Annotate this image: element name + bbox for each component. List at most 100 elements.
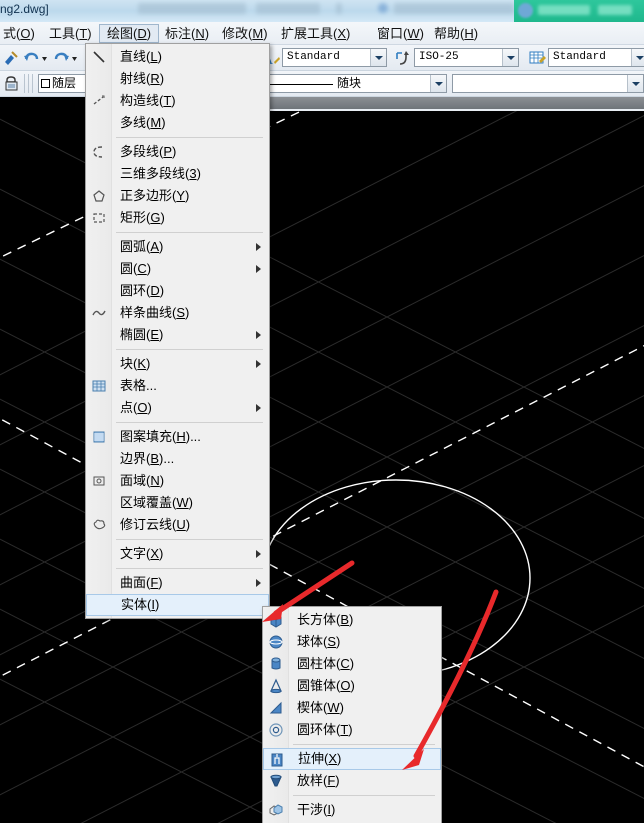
menubar-item-draw[interactable]: 绘图(D) [99, 24, 160, 43]
table-style-icon[interactable] [528, 49, 547, 68]
menu-item-donut[interactable]: 圆环(D) [86, 280, 269, 302]
redo-dropdown-icon[interactable] [70, 49, 79, 68]
menubar-item-help[interactable]: 帮助(H) [427, 24, 485, 43]
menu-item-ellipse-submenu-arrow-icon [256, 331, 261, 339]
menu-item-ellipse[interactable]: 椭圆(E) [86, 324, 269, 346]
dim-style-combo[interactable]: ISO-25 [414, 48, 519, 67]
menubar-item-modify[interactable]: 修改(M) [215, 24, 275, 43]
table-style-value: Standard [553, 51, 606, 63]
menu-item-hatch-label: 图案填充(H)... [120, 429, 201, 444]
menu-item-box[interactable]: 长方体(B) [263, 609, 441, 631]
menu-separator-5 [116, 539, 263, 540]
menu-item-extrude[interactable]: 拉伸(X) [263, 748, 441, 770]
menu-item-cone[interactable]: 圆锥体(O) [263, 675, 441, 697]
menu-item-loft[interactable]: 放样(F) [263, 770, 441, 792]
menu-item-polygon[interactable]: 正多边形(Y) [86, 185, 269, 207]
menu-item-line-label: 直线(L) [120, 49, 162, 64]
menubar-item-format[interactable]: 式(O) [0, 24, 42, 43]
menu-item-torus[interactable]: 圆环体(T) [263, 719, 441, 741]
text-style-chevron-down-icon[interactable] [370, 49, 386, 66]
rectangle-icon [93, 213, 105, 223]
menu-item-point-submenu-arrow-icon [256, 404, 261, 412]
xline-icon [93, 95, 105, 105]
menu-item-text-label: 文字(X) [120, 546, 164, 561]
menu-item-xline-label: 构造线(T) [120, 93, 176, 108]
menu-item-spline[interactable]: 样条曲线(S) [86, 302, 269, 324]
menu-item-table[interactable]: 表格... [86, 375, 269, 397]
draw-menu[interactable]: 直线(L) 射线(R) 构造线(T) 多线(M) 多段线(P) 三维多段线(3)… [85, 43, 270, 619]
menu-bar: 式(O) 工具(T) 绘图(D) 标注(N) 修改(M) 扩展工具(X) 窗口(… [0, 22, 644, 45]
menu-item-boundary[interactable]: 边界(B)... [86, 448, 269, 470]
polyline-icon [93, 146, 103, 158]
undo-dropdown-icon[interactable] [40, 49, 49, 68]
table-icon [92, 380, 106, 392]
menubar-item-dimension[interactable]: 标注(N) [158, 24, 216, 43]
menu-item-surface[interactable]: 曲面(F) [86, 572, 269, 594]
menu-item-polyline[interactable]: 多段线(P) [86, 141, 269, 163]
table-style-chevron-down-icon[interactable] [631, 49, 644, 66]
menu-item-wedge-label: 楔体(W) [297, 700, 344, 715]
menu-item-cylinder[interactable]: 圆柱体(C) [263, 653, 441, 675]
canvas-titlebar-strip [262, 97, 644, 111]
green-tab-icon [518, 3, 533, 18]
menu-item-block-label: 块(K) [120, 356, 151, 371]
menu-item-xline[interactable]: 构造线(T) [86, 90, 269, 112]
menu-item-line[interactable]: 直线(L) [86, 46, 269, 68]
plotstyle-chevron-down-icon[interactable] [627, 75, 643, 92]
menu-item-extrude-label: 拉伸(X) [298, 751, 342, 766]
text-style-combo[interactable]: Standard [282, 48, 387, 67]
dim-style-chevron-down-icon[interactable] [502, 49, 518, 66]
titlebar-green-tab[interactable] [514, 0, 644, 22]
menu-item-text[interactable]: 文字(X) [86, 543, 269, 565]
menu-item-3dpolyline[interactable]: 三维多段线(3) [86, 163, 269, 185]
menu-item-solid[interactable]: 实体(I) [86, 594, 269, 616]
menu-item-mline-label: 多线(M) [120, 115, 166, 130]
solid-submenu[interactable]: 长方体(B) 球体(S) 圆柱体(C) 圆锥体(O) 楔体(W) 圆环体(T) … [262, 606, 442, 823]
menu-item-wipeout[interactable]: 区域覆盖(W) [86, 492, 269, 514]
titlebar-blur-4 [394, 3, 514, 14]
menubar-item-express[interactable]: 扩展工具(X) [274, 24, 357, 43]
menu-item-interfere[interactable]: 干涉(I) [263, 799, 441, 821]
menu-item-cylinder-label: 圆柱体(C) [297, 656, 355, 671]
redo-icon[interactable] [52, 49, 71, 68]
match-properties-icon[interactable] [2, 49, 21, 68]
menu-item-wipeout-label: 区域覆盖(W) [120, 495, 193, 510]
menu-item-ray[interactable]: 射线(R) [86, 68, 269, 90]
solid-separator-1 [293, 744, 435, 745]
menu-item-point[interactable]: 点(O) [86, 397, 269, 419]
menu-item-circle-label: 圆(C) [120, 261, 152, 276]
menu-item-wedge[interactable]: 楔体(W) [263, 697, 441, 719]
layer-color-swatch-icon [41, 79, 50, 88]
menu-item-arc[interactable]: 圆弧(A) [86, 236, 269, 258]
plotstyle-combo[interactable] [452, 74, 644, 93]
menubar-item-tools[interactable]: 工具(T) [42, 24, 99, 43]
linetype-chevron-down-icon[interactable] [430, 75, 446, 92]
hatch-icon [93, 431, 105, 443]
menu-item-rectangle[interactable]: 矩形(G) [86, 207, 269, 229]
menu-item-block[interactable]: 块(K) [86, 353, 269, 375]
dim-style-icon[interactable] [394, 49, 413, 68]
linetype-combo[interactable]: 随块 [262, 74, 447, 93]
undo-icon[interactable] [22, 49, 41, 68]
menu-item-circle[interactable]: 圆(C) [86, 258, 269, 280]
document-title: ng2.dwg] [0, 2, 49, 16]
menu-item-box-label: 长方体(B) [297, 612, 354, 627]
menu-item-revcloud[interactable]: 修订云线(U) [86, 514, 269, 536]
green-tab-blur-2 [598, 5, 632, 15]
menu-separator-4 [116, 422, 263, 423]
menu-item-region[interactable]: 面域(N) [86, 470, 269, 492]
menu-item-sphere[interactable]: 球体(S) [263, 631, 441, 653]
layer-properties-icon[interactable] [4, 75, 23, 94]
menu-item-spline-label: 样条曲线(S) [120, 305, 190, 320]
menu-item-circle-submenu-arrow-icon [256, 265, 261, 273]
extrude-icon [271, 753, 283, 767]
cylinder-icon [271, 657, 281, 670]
green-tab-blur-1 [538, 5, 590, 15]
menubar-item-window[interactable]: 窗口(W) [370, 24, 431, 43]
menu-item-mline[interactable]: 多线(M) [86, 112, 269, 134]
table-style-combo[interactable]: Standard [548, 48, 644, 67]
torus-icon [269, 723, 283, 737]
menu-item-hatch[interactable]: 图案填充(H)... [86, 426, 269, 448]
menu-item-donut-label: 圆环(D) [120, 283, 165, 298]
menu-item-arc-label: 圆弧(A) [120, 239, 164, 254]
